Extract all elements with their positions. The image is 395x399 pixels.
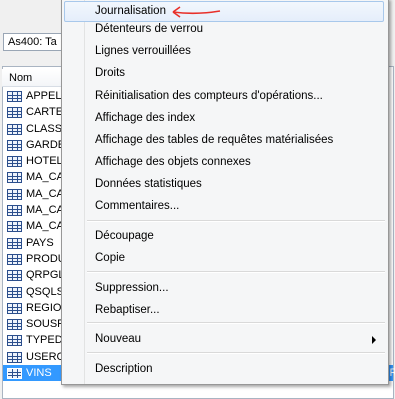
- menu-item-donnees-statistiques[interactable]: Données statistiques: [64, 174, 384, 195]
- menu-separator: [87, 220, 385, 222]
- menu-item-rebaptiser[interactable]: Rebaptiser...: [64, 300, 384, 321]
- table-icon: [7, 286, 22, 298]
- table-icon: [7, 270, 22, 282]
- row-name: QSQLS: [26, 285, 64, 298]
- menu-item-reinitialisation-des-compteurs-d-operations[interactable]: Réinitialisation des compteurs d'opérati…: [64, 86, 384, 107]
- submenu-arrow-icon: [372, 336, 376, 344]
- table-icon: [7, 205, 22, 217]
- menu-item-label: Nouveau: [95, 333, 142, 345]
- table-icon: [7, 221, 22, 233]
- table-icon: [7, 156, 22, 168]
- row-name: GARDE: [26, 138, 66, 151]
- menu-item-nouveau[interactable]: Nouveau: [64, 329, 384, 350]
- menu-separator: [87, 322, 385, 324]
- table-icon: [7, 188, 22, 200]
- menu-item-copie[interactable]: Copie: [64, 248, 384, 269]
- table-icon: [7, 302, 22, 314]
- row-name: PRODU: [26, 252, 66, 265]
- row-name: CLASS: [26, 122, 63, 135]
- menu-item-affichage-des-tables-de-requetes-materialisees[interactable]: Affichage des tables de requêtes matéria…: [64, 130, 384, 151]
- menu-item-label: Copie: [95, 252, 126, 264]
- menu-item-label: Découpage: [95, 230, 154, 242]
- table-icon: [7, 237, 22, 249]
- table-icon: [7, 172, 22, 184]
- table-icon: [7, 123, 22, 135]
- menu-item-droits[interactable]: Droits: [64, 63, 384, 84]
- row-name: MA_CA: [26, 220, 64, 233]
- context-menu: Journalisation Détenteurs de verrou Lignes…: [61, 0, 389, 385]
- row-name: VINS: [26, 367, 52, 380]
- menu-item-label: Affichage des objets connexes: [95, 156, 251, 168]
- menu-item-label: Suppression...: [95, 282, 169, 294]
- row-name: MA_CA: [26, 187, 64, 200]
- table-icon: [7, 351, 22, 363]
- menu-item-label: Affichage des tables de requêtes matéria…: [95, 134, 334, 146]
- table-icon: [7, 368, 22, 380]
- row-name: REGIO: [26, 301, 62, 314]
- row-name: SOUSR: [26, 318, 66, 331]
- menu-item-decoupage[interactable]: Découpage: [64, 226, 384, 247]
- row-name: APPEL: [26, 90, 62, 102]
- row-name: USERC: [26, 350, 65, 363]
- row-name: MA_CA: [26, 171, 64, 184]
- menu-item-label: Détenteurs de verrou: [95, 23, 204, 35]
- menu-item-affichage-des-objets-connexes[interactable]: Affichage des objets connexes: [64, 152, 384, 173]
- menu-separator: [87, 352, 385, 354]
- table-icon: [7, 139, 22, 151]
- table-icon: [7, 91, 22, 102]
- red-arrow-icon: [172, 6, 221, 18]
- row-name: QRPGL: [26, 269, 65, 282]
- row-name: PAYS: [26, 236, 54, 249]
- menu-item-label: Droits: [95, 67, 126, 79]
- menu-item-label: Données statistiques: [95, 178, 202, 190]
- menu-item-suppression[interactable]: Suppression...: [64, 278, 384, 299]
- menu-separator: [87, 271, 385, 273]
- menu-item-commentaires[interactable]: Commentaires...: [64, 196, 384, 217]
- row-name: HOTEL: [26, 155, 63, 168]
- menu-item-label: Affichage des index: [95, 112, 196, 124]
- menu-item-affichage-des-index[interactable]: Affichage des index: [64, 108, 384, 129]
- menu-item-label: Réinitialisation des compteurs d'opérati…: [95, 90, 323, 102]
- row-name: TYPED: [26, 334, 63, 347]
- menu-item-description[interactable]: Description: [64, 359, 384, 380]
- menu-item-label: Commentaires...: [95, 200, 180, 212]
- table-icon: [7, 253, 22, 265]
- menu-item-label: Rebaptiser...: [95, 304, 160, 316]
- menu-item-lignes-verrouillees[interactable]: Lignes verrouillées: [64, 41, 384, 62]
- table-icon: [7, 107, 22, 119]
- menu-item-detenteurs-de-verrou[interactable]: Détenteurs de verrou: [64, 19, 384, 40]
- row-name: CARTE: [26, 106, 64, 119]
- table-icon: [7, 319, 22, 331]
- menu-item-label: Lignes verrouillées: [95, 45, 191, 57]
- row-name: MA_CA: [26, 204, 64, 217]
- menu-item-label: Description: [95, 363, 153, 375]
- table-icon: [7, 335, 22, 347]
